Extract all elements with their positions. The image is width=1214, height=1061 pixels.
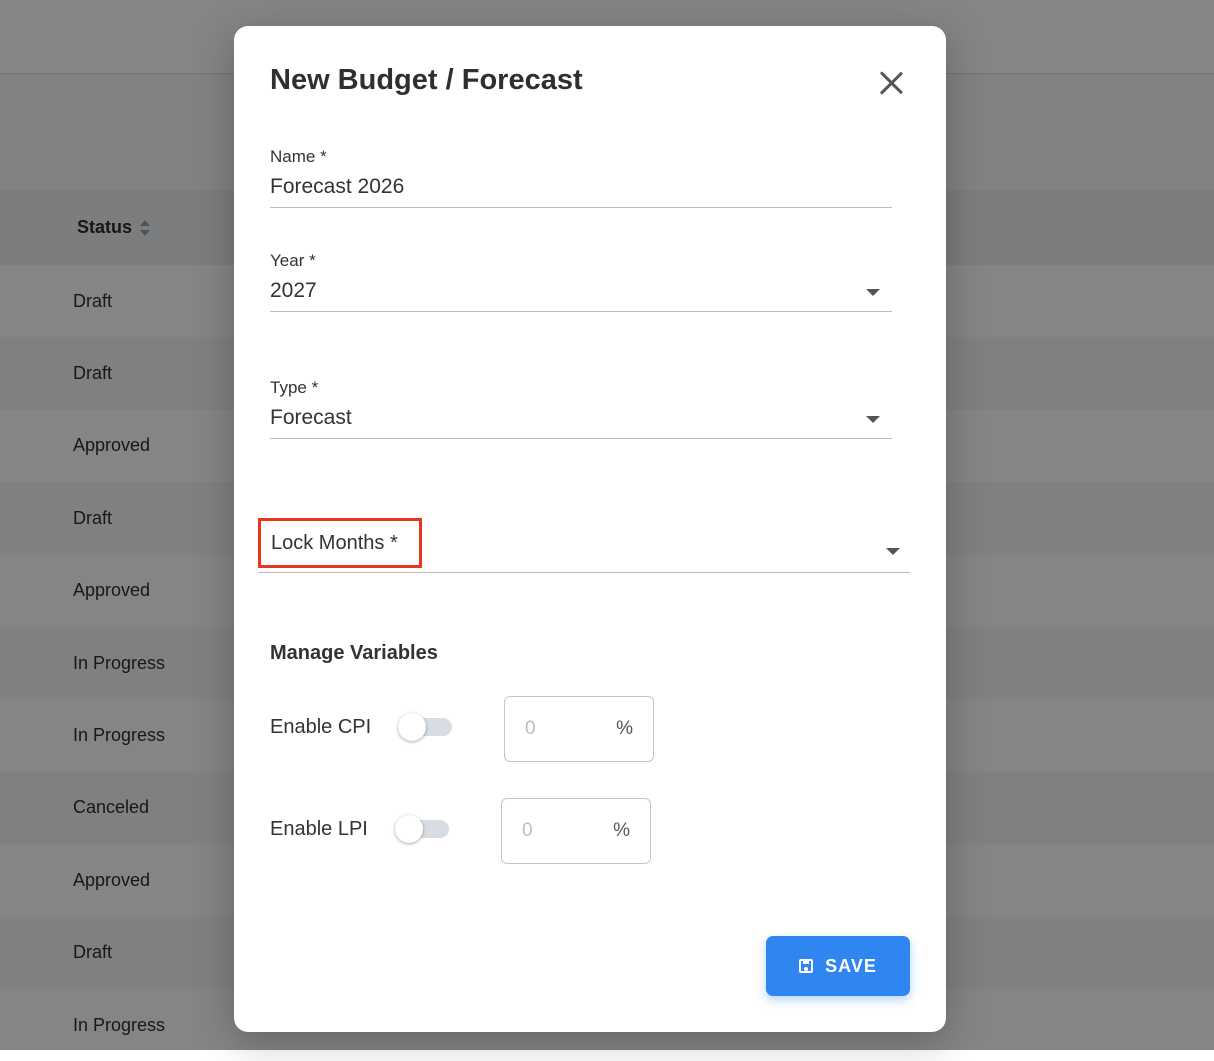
cpi-percent-field[interactable]: % bbox=[504, 696, 654, 762]
lpi-toggle[interactable] bbox=[395, 815, 449, 843]
budget-forecast-dialog: New Budget / Forecast Name * Forecast 20… bbox=[234, 26, 946, 1032]
close-icon[interactable] bbox=[874, 66, 908, 100]
floppy-disk-icon bbox=[799, 959, 814, 973]
year-value[interactable]: 2027 bbox=[270, 279, 892, 311]
lpi-label: Enable LPI bbox=[270, 818, 368, 840]
name-field[interactable]: Name * Forecast 2026 bbox=[270, 147, 892, 208]
type-select[interactable]: Type * Forecast bbox=[270, 378, 892, 439]
save-label: SAVE bbox=[825, 955, 877, 976]
name-label: Name * bbox=[270, 147, 327, 166]
chevron-down-icon[interactable] bbox=[866, 289, 880, 296]
lock-months-label-highlight: Lock Months * bbox=[258, 518, 422, 568]
save-button[interactable]: SAVE bbox=[766, 936, 910, 996]
manage-variables-title: Manage Variables bbox=[270, 642, 438, 664]
cpi-percent-input[interactable] bbox=[525, 718, 585, 740]
name-input[interactable]: Forecast 2026 bbox=[270, 175, 892, 207]
cpi-row: Enable CPI % bbox=[270, 696, 690, 762]
percent-unit: % bbox=[616, 718, 633, 739]
percent-unit: % bbox=[613, 820, 630, 841]
lock-months-label: Lock Months * bbox=[271, 531, 398, 554]
type-value[interactable]: Forecast bbox=[270, 406, 892, 438]
year-label: Year * bbox=[270, 251, 316, 270]
lpi-percent-field[interactable]: % bbox=[501, 798, 651, 864]
lpi-row: Enable LPI % bbox=[270, 798, 690, 864]
toggle-knob bbox=[395, 815, 423, 843]
lock-months-select[interactable]: Lock Months * bbox=[258, 518, 910, 573]
cpi-label: Enable CPI bbox=[270, 716, 372, 738]
cpi-toggle[interactable] bbox=[398, 713, 452, 741]
dialog-title: New Budget / Forecast bbox=[270, 64, 583, 96]
chevron-down-icon[interactable] bbox=[866, 416, 880, 423]
lpi-percent-input[interactable] bbox=[522, 820, 582, 842]
year-select[interactable]: Year * 2027 bbox=[270, 251, 892, 312]
type-label: Type * bbox=[270, 378, 319, 397]
chevron-down-icon[interactable] bbox=[886, 548, 900, 555]
toggle-knob bbox=[398, 713, 426, 741]
